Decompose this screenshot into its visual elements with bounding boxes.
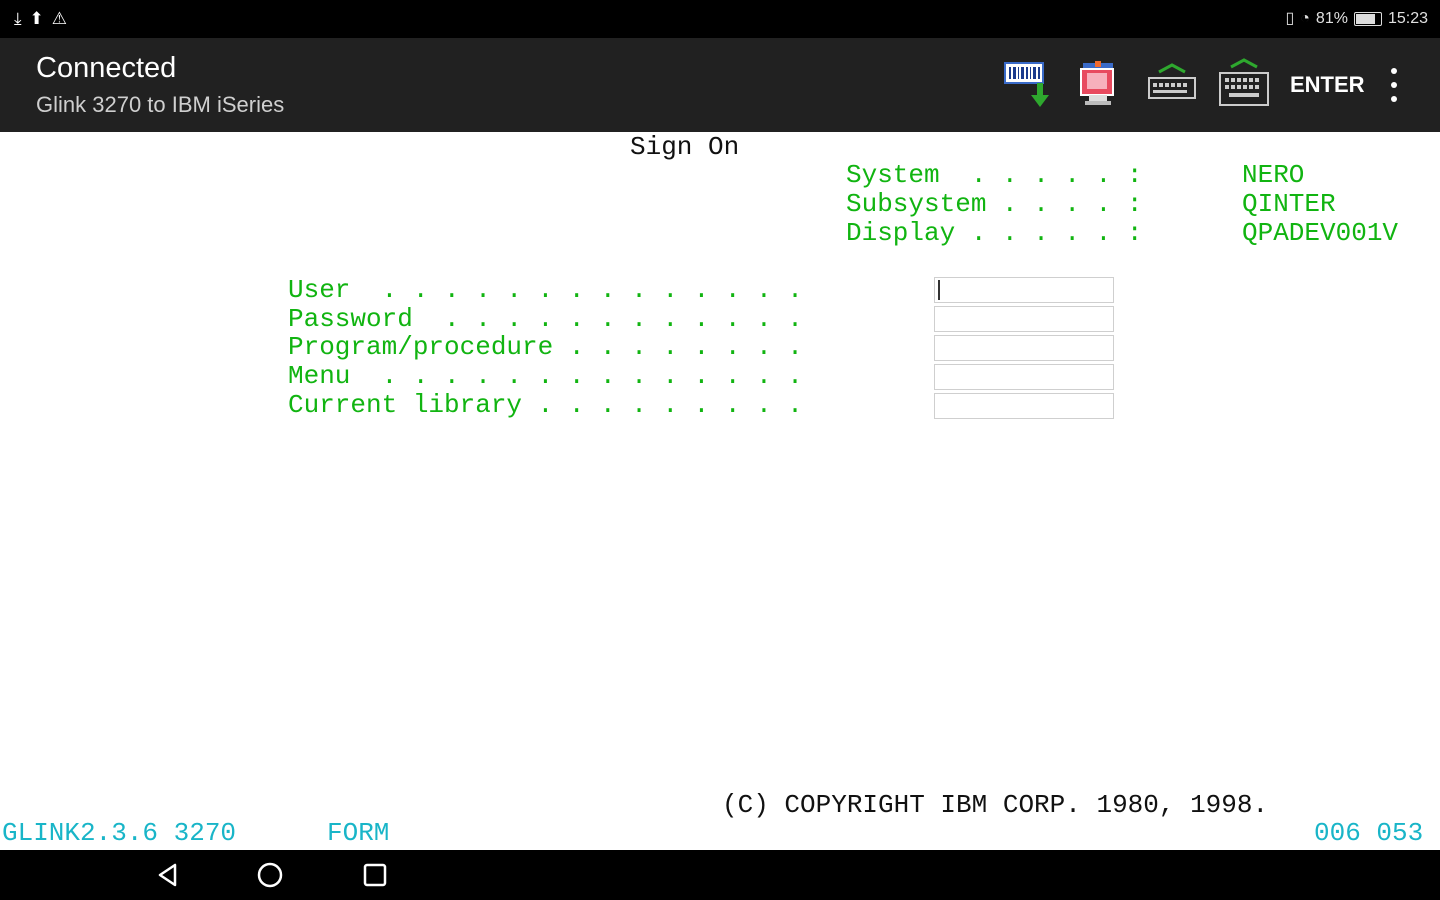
subsystem-label: Subsystem . . . . :	[846, 189, 1143, 219]
input-mode: FORM	[327, 818, 390, 848]
recents-square-icon	[363, 863, 387, 887]
system-label: System . . . . . :	[846, 160, 1143, 190]
password-label: Password . . . . . . . . . . . .	[288, 304, 803, 334]
subsystem-value: QINTER	[1242, 189, 1336, 219]
menu-input[interactable]	[934, 364, 1114, 390]
app-bar: Connected Glink 3270 to IBM iSeries ENTE…	[0, 38, 1440, 132]
screen-capture-button[interactable]	[1074, 58, 1120, 112]
keyboard-expand-button[interactable]	[1214, 58, 1274, 112]
connection-status-title: Connected	[36, 52, 177, 84]
screen-capture-icon	[1080, 61, 1114, 105]
user-label: User . . . . . . . . . . . . . .	[288, 275, 803, 305]
password-input[interactable]	[934, 306, 1114, 332]
display-label: Display . . . . . :	[846, 218, 1143, 248]
clock: 15:23	[1387, 10, 1428, 27]
back-triangle-icon	[158, 863, 177, 887]
connection-subtitle: Glink 3270 to IBM iSeries	[36, 92, 285, 117]
current-library-label: Current library . . . . . . . . .	[288, 390, 803, 420]
navigation-bar	[0, 850, 1440, 900]
battery-percent: 81%	[1315, 10, 1348, 27]
back-button[interactable]	[148, 860, 188, 890]
status-bar: ⤓ ⬆ ⚠ ▯ ◔ 81% 15:23	[0, 0, 1440, 38]
battery-icon	[1353, 12, 1382, 26]
keyboard-collapse-button[interactable]	[1144, 58, 1200, 112]
copyright-notice: (C) COPYRIGHT IBM CORP. 1980, 1998.	[722, 790, 1269, 820]
notification-icons: ⤓ ⬆ ⚠	[14, 9, 67, 29]
wifi-icon: ◔	[1300, 10, 1310, 27]
emulator-version: GLINK2.3.6 3270	[2, 818, 237, 848]
barcode-download-button[interactable]	[1000, 58, 1056, 112]
home-circle-icon	[257, 862, 283, 888]
cursor-position: 006 053	[1314, 818, 1424, 848]
text-cursor	[938, 280, 940, 300]
keyboard-collapse-icon	[1148, 63, 1196, 99]
page-title: Sign On	[630, 132, 740, 162]
keyboard-expand-icon	[1219, 58, 1269, 106]
warning-icon: ⚠	[51, 9, 68, 28]
menu-label: Menu . . . . . . . . . . . . . .	[288, 361, 803, 391]
user-input[interactable]	[934, 277, 1114, 303]
display-value: QPADEV001V	[1242, 218, 1399, 248]
current-library-input[interactable]	[934, 393, 1114, 419]
enter-button[interactable]: ENTER	[1290, 72, 1365, 98]
vibrate-icon: ▯	[1285, 10, 1295, 27]
overflow-menu-icon[interactable]	[1384, 68, 1404, 102]
system-indicators: ▯ ◔ 81% 15:23	[1285, 9, 1428, 29]
system-value: NERO	[1242, 160, 1305, 190]
download-icon: ⤓	[14, 9, 22, 28]
program-procedure-label: Program/procedure . . . . . . . .	[288, 332, 803, 362]
barcode-download-icon	[1004, 62, 1049, 107]
home-button[interactable]	[250, 860, 290, 890]
program-procedure-input[interactable]	[934, 335, 1114, 361]
upload-icon: ⬆	[29, 9, 44, 28]
terminal-screen[interactable]: Sign On System . . . . . : NERO Subsyste…	[0, 132, 1440, 850]
recents-button[interactable]	[355, 860, 395, 890]
